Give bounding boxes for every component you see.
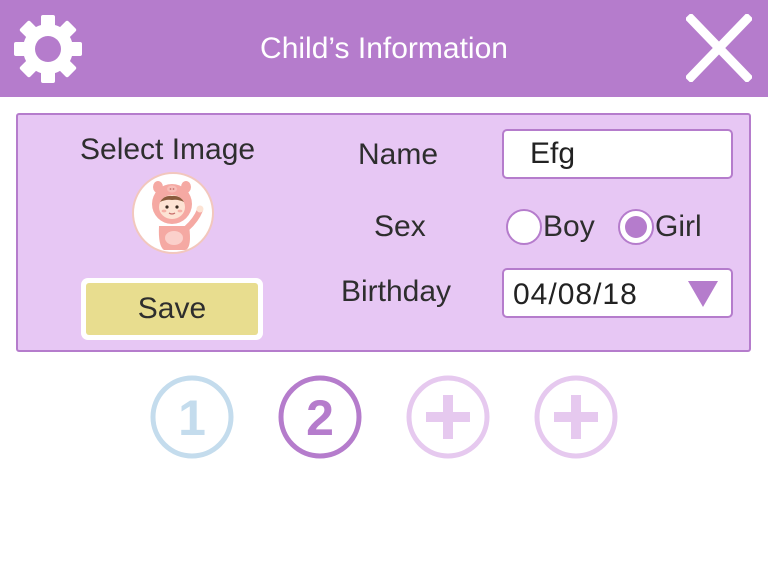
profile-1-badge: 1 — [150, 375, 234, 459]
select-image-label: Select Image — [80, 133, 256, 166]
profile-2-label: 2 — [306, 390, 334, 446]
birthday-value: 04/08/18 — [513, 278, 638, 311]
sex-label: Sex — [374, 210, 426, 243]
save-button-label: Save — [86, 283, 258, 335]
name-label: Name — [358, 138, 439, 171]
close-icon — [684, 12, 754, 84]
name-input[interactable] — [502, 129, 733, 179]
radio-button-girl[interactable] — [618, 209, 654, 245]
child-info-panel: Select Image Save Name Efg Sex Boy Girl … — [16, 113, 751, 352]
close-button[interactable] — [684, 12, 754, 84]
add-profile-button-1[interactable] — [405, 374, 491, 460]
triangle-down-icon — [688, 281, 718, 307]
profile-2-badge: 2 — [278, 375, 362, 459]
header-bar: Child’s Information — [0, 0, 768, 97]
profile-1-label: 1 — [178, 390, 206, 446]
gear-icon — [14, 15, 82, 83]
sex-option-boy[interactable]: Boy — [506, 207, 595, 247]
add-profile-button-2[interactable] — [533, 374, 619, 460]
avatar-picker[interactable] — [132, 172, 214, 254]
settings-button[interactable] — [14, 15, 82, 83]
birthday-dropdown[interactable]: 04/08/18 — [502, 268, 733, 318]
sex-option-girl[interactable]: Girl — [618, 207, 702, 247]
birthday-label: Birthday — [341, 275, 452, 308]
plus-icon — [406, 375, 490, 459]
page-title: Child’s Information — [260, 32, 508, 65]
save-button[interactable]: Save — [81, 278, 263, 340]
sex-option-boy-label: Boy — [543, 210, 595, 243]
child-avatar-icon — [152, 181, 204, 250]
plus-icon — [534, 375, 618, 459]
profile-2-button[interactable]: 2 — [277, 374, 363, 460]
profile-1-button[interactable]: 1 — [149, 374, 235, 460]
radio-button-boy[interactable] — [506, 209, 542, 245]
sex-option-girl-label: Girl — [655, 210, 702, 243]
